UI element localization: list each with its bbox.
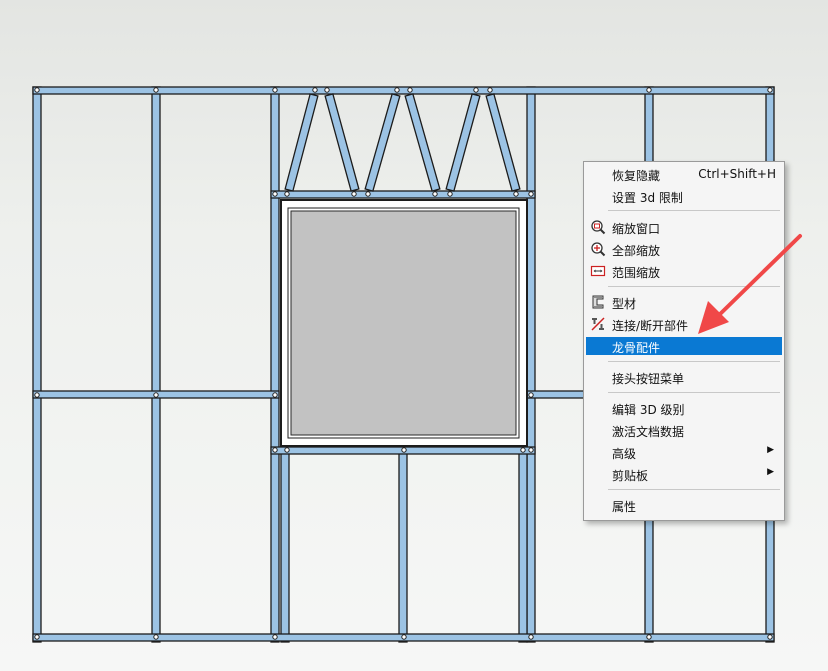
- cripple-stud[interactable]: [280, 445, 290, 643]
- bolt: [646, 87, 652, 93]
- connect-disconnect-icon: [591, 317, 605, 331]
- menu-item-label: 设置 3d 限制: [612, 191, 683, 205]
- menu-item-label: 剪贴板: [612, 469, 649, 483]
- menu-item-label: 恢复隐藏: [612, 169, 661, 183]
- menu-item-label: 缩放窗口: [612, 222, 661, 236]
- cripple-stud[interactable]: [398, 445, 408, 643]
- cripple-stud[interactable]: [518, 445, 528, 643]
- menu-item-label: 全部缩放: [612, 244, 661, 258]
- bolt: [447, 191, 453, 197]
- context-menu: 恢复隐藏 Ctrl+Shift+H 设置 3d 限制 缩放窗口 全部缩放 范围缩…: [583, 161, 785, 521]
- menu-item-profile[interactable]: 型材: [586, 293, 782, 311]
- menu-separator: [608, 286, 780, 287]
- menu-separator: [608, 489, 780, 490]
- menu-item-zoom-extent[interactable]: 范围缩放: [586, 262, 782, 280]
- diagonal-brace[interactable]: [284, 93, 319, 192]
- zoom-extent-icon: [590, 265, 606, 277]
- menu-item-label: 编辑 3D 级别: [612, 403, 685, 417]
- bolt: [520, 447, 526, 453]
- bolt: [401, 634, 407, 640]
- menu-item-label: 范围缩放: [612, 266, 661, 280]
- menu-item-zoom-all[interactable]: 全部缩放: [586, 240, 782, 258]
- menu-item-label: 属性: [612, 500, 637, 514]
- bolt: [767, 87, 773, 93]
- bolt: [365, 191, 371, 197]
- diagonal-brace[interactable]: [485, 93, 521, 192]
- bolt: [284, 447, 290, 453]
- bolt: [312, 87, 318, 93]
- submenu-arrow-icon: ▶: [767, 467, 774, 477]
- menu-item-label: 高级: [612, 447, 637, 461]
- bolt: [272, 87, 278, 93]
- zoom-all-icon: [591, 242, 606, 257]
- menu-item-set-3d-limit[interactable]: 设置 3d 限制: [586, 187, 782, 205]
- menu-item-advanced[interactable]: 高级 ▶: [586, 443, 782, 461]
- diagonal-brace[interactable]: [364, 93, 401, 192]
- vertical-stud[interactable]: [32, 86, 42, 643]
- menu-separator: [608, 210, 780, 211]
- bolt: [153, 87, 159, 93]
- menu-item-activate-document-data[interactable]: 激活文档数据: [586, 421, 782, 439]
- bolt: [153, 392, 159, 398]
- bolt: [401, 447, 407, 453]
- jamb-stud[interactable]: [526, 86, 536, 643]
- bolt: [34, 634, 40, 640]
- diagonal-brace[interactable]: [324, 93, 360, 192]
- bolt: [528, 392, 534, 398]
- bolt: [767, 634, 773, 640]
- bolt: [473, 87, 479, 93]
- bolt: [272, 392, 278, 398]
- menu-item-clipboard[interactable]: 剪贴板 ▶: [586, 465, 782, 483]
- bolt: [351, 191, 357, 197]
- menu-item-label: 龙骨配件: [612, 341, 661, 355]
- bolt: [528, 191, 534, 197]
- bolt: [528, 447, 534, 453]
- diagonal-brace[interactable]: [445, 93, 481, 192]
- menu-item-edit-3d-level[interactable]: 编辑 3D 级别: [586, 399, 782, 417]
- window-opening[interactable]: [280, 199, 528, 447]
- jamb-stud[interactable]: [270, 86, 280, 643]
- menu-item-label: 接头按钮菜单: [612, 372, 685, 386]
- top-track[interactable]: [32, 86, 775, 95]
- menu-item-label: 激活文档数据: [612, 425, 685, 439]
- menu-item-restore-hidden[interactable]: 恢复隐藏 Ctrl+Shift+H: [586, 165, 782, 183]
- bolt: [487, 87, 493, 93]
- bolt: [646, 634, 652, 640]
- shortcut-label: Ctrl+Shift+H: [698, 167, 776, 181]
- bolt: [272, 634, 278, 640]
- diagonal-brace[interactable]: [404, 93, 441, 192]
- menu-item-properties[interactable]: 属性: [586, 496, 782, 514]
- menu-separator: [608, 361, 780, 362]
- bolt: [272, 447, 278, 453]
- bolt: [34, 87, 40, 93]
- window-glass: [290, 210, 517, 436]
- profile-icon: [592, 295, 604, 309]
- menu-item-zoom-window[interactable]: 缩放窗口: [586, 218, 782, 236]
- window-head[interactable]: [270, 190, 536, 199]
- menu-item-label: 型材: [612, 297, 637, 311]
- vertical-stud[interactable]: [151, 86, 161, 643]
- submenu-arrow-icon: ▶: [767, 445, 774, 455]
- menu-item-stud-fittings[interactable]: 龙骨配件: [586, 337, 782, 355]
- menu-item-joint-button-menu[interactable]: 接头按钮菜单: [586, 368, 782, 386]
- menu-separator: [608, 392, 780, 393]
- bolt: [513, 191, 519, 197]
- bolt: [407, 87, 413, 93]
- zoom-window-icon: [591, 220, 606, 235]
- bolt: [272, 191, 278, 197]
- bolt: [528, 634, 534, 640]
- bolt: [34, 392, 40, 398]
- bolt: [324, 87, 330, 93]
- bolt: [284, 191, 290, 197]
- bolt: [153, 634, 159, 640]
- menu-item-connect-disconnect[interactable]: 连接/断开部件: [586, 315, 782, 333]
- bolt: [432, 191, 438, 197]
- bolt: [394, 87, 400, 93]
- menu-item-label: 连接/断开部件: [612, 319, 689, 333]
